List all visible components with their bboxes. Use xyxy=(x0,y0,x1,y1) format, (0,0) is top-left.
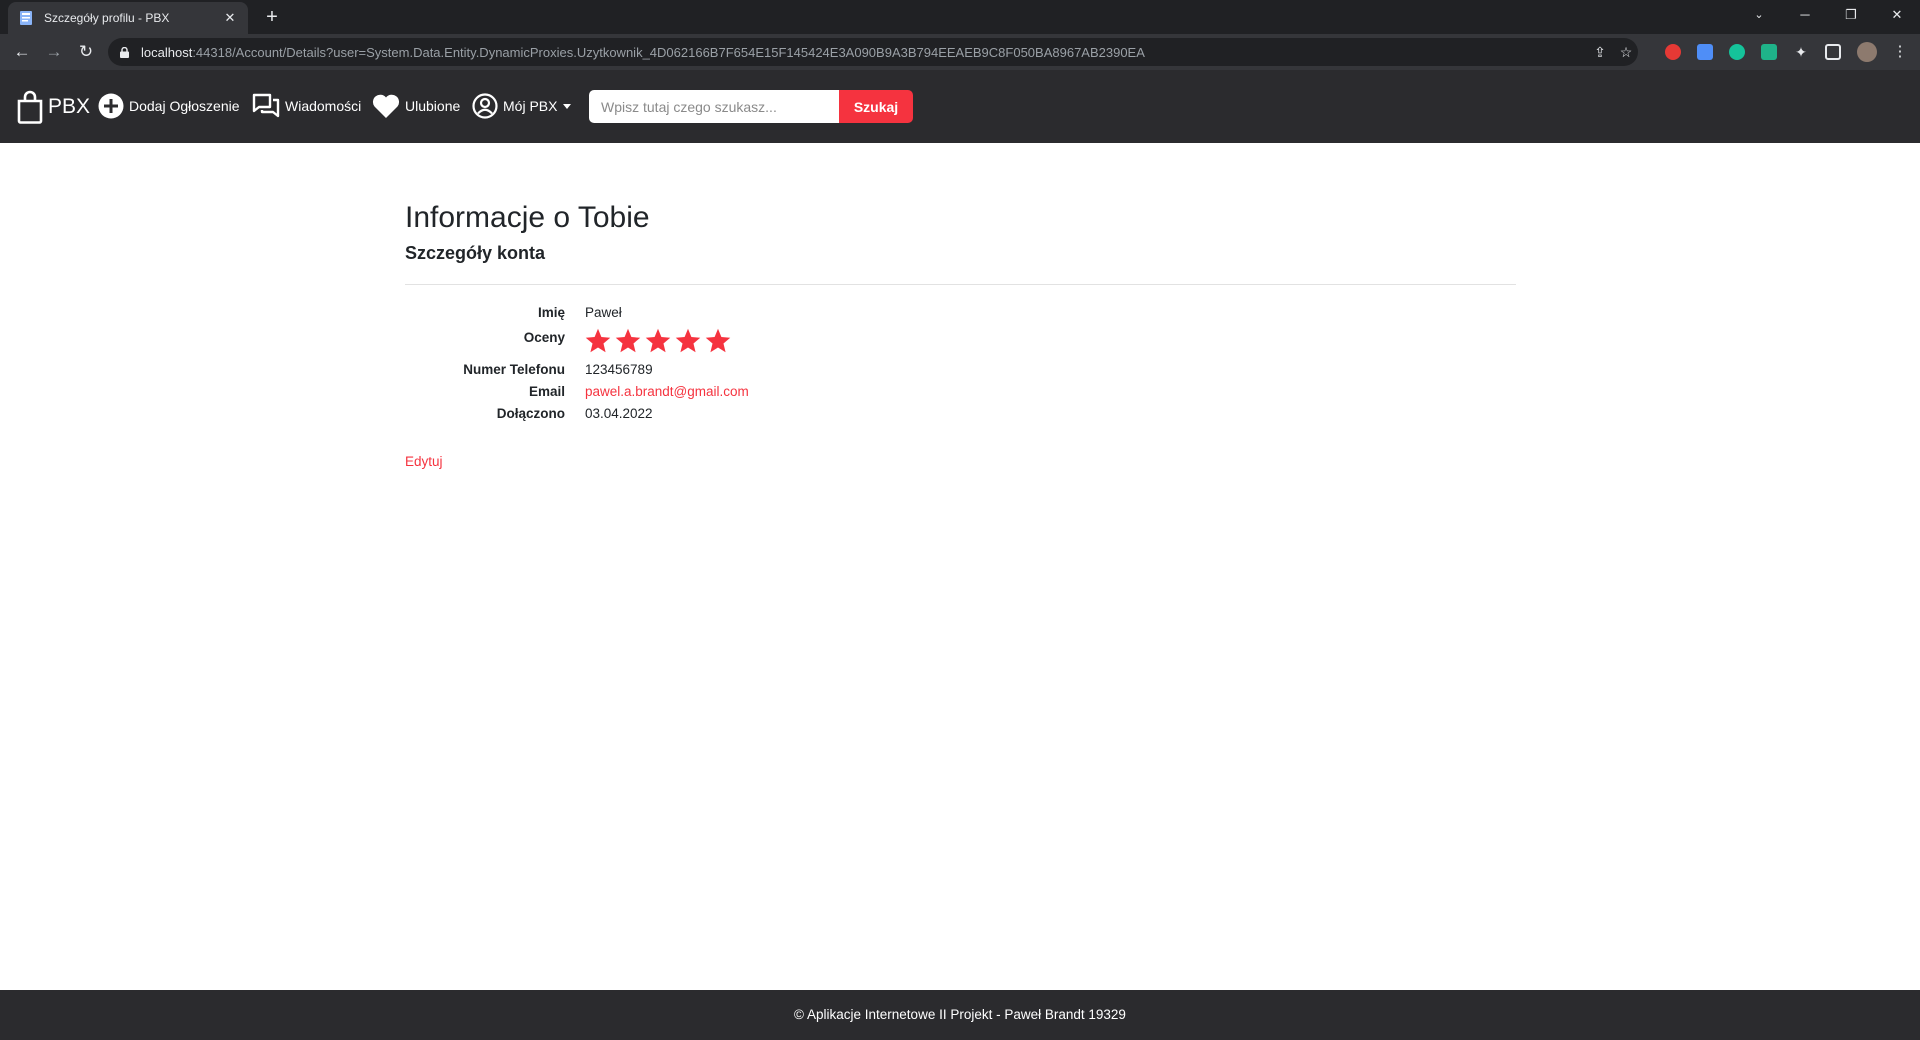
extensions-puzzle-icon[interactable]: ✦ xyxy=(1793,44,1809,60)
reading-list-icon[interactable] xyxy=(1825,44,1841,60)
phone-value: 123456789 xyxy=(585,362,653,377)
name-value: Paweł xyxy=(585,305,622,320)
footer: © Aplikacje Internetowe II Projekt - Paw… xyxy=(0,990,1920,1040)
star-icon xyxy=(705,328,731,353)
url-text: localhost:44318/Account/Details?user=Sys… xyxy=(141,45,1145,60)
search-input[interactable] xyxy=(589,90,839,123)
share-icon[interactable]: ⇪ xyxy=(1592,44,1608,60)
nav-favorites-label: Ulubione xyxy=(405,98,461,114)
browser-toolbar: ← → ↻ localhost:44318/Account/Details?us… xyxy=(0,34,1920,70)
site-navbar: PBX Dodaj Ogłoszenie Wiadomości Ulubione… xyxy=(0,70,1920,143)
profile-details-section: Informacje o Tobie Szczegóły konta Imię … xyxy=(405,200,1516,471)
restore-icon[interactable]: ❐ xyxy=(1828,0,1874,30)
nav-add-listing[interactable]: Dodaj Ogłoszenie xyxy=(98,93,240,119)
detail-row-phone: Numer Telefonu 123456789 xyxy=(405,362,1516,377)
nav-messages[interactable]: Wiadomości xyxy=(252,93,361,119)
detail-row-joined: Dołączono 03.04.2022 xyxy=(405,406,1516,421)
url-host: localhost xyxy=(141,44,193,60)
url-path: :44318/Account/Details?user=System.Data.… xyxy=(192,44,1145,60)
extension-green-icon[interactable] xyxy=(1761,44,1777,60)
star-icon xyxy=(645,328,671,353)
star-icon xyxy=(585,328,611,353)
reload-icon[interactable]: ↻ xyxy=(74,40,98,64)
browser-menu-icon[interactable]: ⋮ xyxy=(1888,40,1912,64)
star-icon xyxy=(675,328,701,353)
user-circle-icon xyxy=(472,93,498,119)
page-subtitle: Szczegóły konta xyxy=(405,243,546,263)
joined-value: 03.04.2022 xyxy=(585,406,653,421)
nav-favorites[interactable]: Ulubione xyxy=(372,93,460,119)
window-close-icon[interactable]: ✕ xyxy=(1874,0,1920,30)
shopping-bag-icon xyxy=(17,90,43,124)
tab-close-icon[interactable]: ✕ xyxy=(222,10,238,26)
chat-bubbles-icon xyxy=(252,93,280,118)
address-bar[interactable]: localhost:44318/Account/Details?user=Sys… xyxy=(108,38,1638,66)
phone-label: Numer Telefonu xyxy=(463,362,565,377)
tab-title: Szczegóły profilu - PBX xyxy=(44,11,170,25)
lock-icon xyxy=(120,46,129,58)
nav-messages-label: Wiadomości xyxy=(285,98,362,114)
browser-tab-bar: Szczegóły profilu - PBX ✕ + ⌄ ─ ❐ ✕ xyxy=(0,0,1920,34)
rating-label: Oceny xyxy=(523,330,565,345)
forward-icon[interactable]: → xyxy=(42,40,66,64)
extension-adblock-icon[interactable] xyxy=(1665,44,1681,60)
extension-cloud-icon[interactable] xyxy=(1697,44,1713,60)
divider xyxy=(405,284,1516,285)
back-icon[interactable]: ← xyxy=(10,40,34,64)
heart-icon xyxy=(372,94,400,118)
brand-name: PBX xyxy=(48,95,91,118)
nav-my-account-dropdown[interactable]: Mój PBX xyxy=(472,93,572,119)
page-title: Informacje o Tobie xyxy=(405,201,650,234)
email-link[interactable]: pawel.a.brandt@gmail.com xyxy=(585,384,749,399)
star-icon xyxy=(615,328,641,353)
joined-label: Dołączono xyxy=(496,406,565,421)
nav-my-account-label: Mój PBX xyxy=(503,98,558,114)
profile-avatar[interactable] xyxy=(1857,42,1877,62)
name-label: Imię xyxy=(537,305,565,320)
minimize-icon[interactable]: ─ xyxy=(1782,0,1828,30)
browser-tab[interactable]: Szczegóły profilu - PBX ✕ xyxy=(8,2,248,34)
bookmark-star-icon[interactable]: ☆ xyxy=(1618,44,1634,60)
search-button[interactable]: Szukaj xyxy=(839,90,913,123)
edit-link[interactable]: Edytuj xyxy=(405,454,443,469)
extension-grammarly-icon[interactable] xyxy=(1729,44,1745,60)
details-list: Imię Paweł Oceny Numer Telefonu 12345678… xyxy=(405,305,1516,421)
brand-link[interactable]: PBX xyxy=(16,90,90,124)
rating-stars xyxy=(584,327,734,355)
footer-text: © Aplikacje Internetowe II Projekt - Paw… xyxy=(794,1007,1126,1022)
page-favicon-icon xyxy=(20,11,32,25)
detail-row-email: Email pawel.a.brandt@gmail.com xyxy=(405,384,1516,399)
new-tab-button[interactable]: + xyxy=(260,5,284,29)
detail-row-rating: Oceny xyxy=(405,327,1516,355)
plus-circle-icon xyxy=(98,93,124,119)
tab-search-icon[interactable]: ⌄ xyxy=(1736,0,1782,30)
email-label: Email xyxy=(528,384,565,399)
detail-row-name: Imię Paweł xyxy=(405,305,1516,320)
caret-down-icon xyxy=(563,103,572,109)
nav-add-listing-label: Dodaj Ogłoszenie xyxy=(129,98,240,114)
